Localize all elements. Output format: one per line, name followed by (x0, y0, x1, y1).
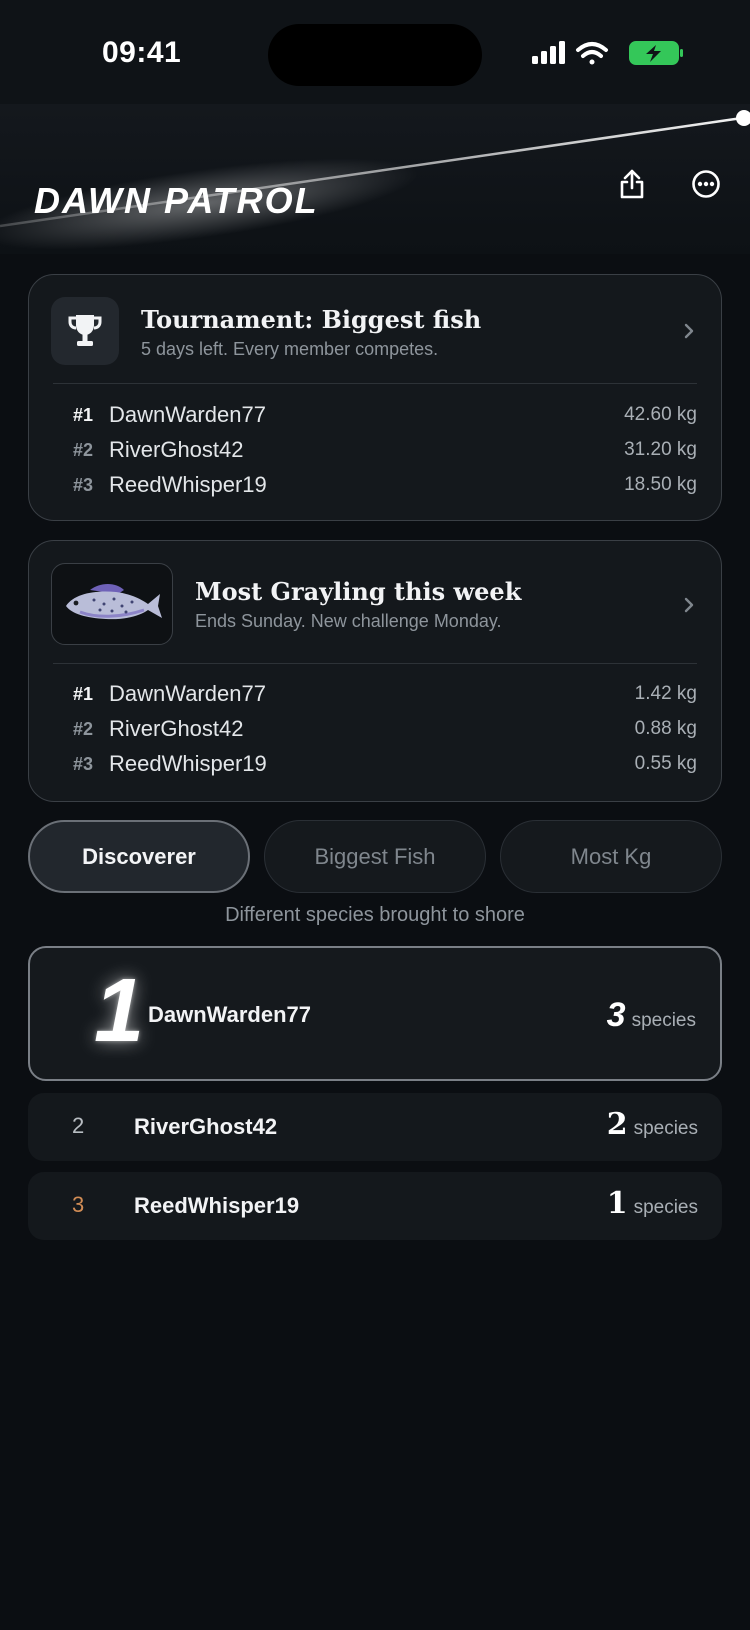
dynamic-island (268, 24, 482, 86)
card-divider (53, 663, 697, 664)
challenge-card[interactable]: Most Grayling this week Ends Sunday. New… (28, 540, 722, 802)
tab-biggest-fish[interactable]: Biggest Fish (264, 820, 486, 893)
row-name: DawnWarden77 (109, 681, 266, 706)
group-title: DAWN PATROL (34, 180, 319, 221)
tournament-title: Tournament: Biggest fish (141, 305, 482, 334)
tournament-row: #3 ReedWhisper19 18.50 kg (73, 470, 697, 500)
status-icons (532, 41, 683, 65)
leaderboard-count: 2 species (607, 1107, 698, 1142)
row-rank: #3 (73, 474, 94, 495)
card-divider (53, 383, 697, 384)
leaderboard-rank: 1 (94, 961, 145, 1061)
tournament-row: #1 DawnWarden77 42.60 kg (73, 400, 697, 430)
tab-most-kg[interactable]: Most Kg (500, 820, 722, 893)
tournament-subtitle: 5 days left. Every member competes. (141, 339, 439, 359)
grayling-fish-icon (66, 584, 162, 620)
species-count: 1 (606, 1186, 628, 1221)
row-name: ReedWhisper19 (109, 751, 267, 776)
row-rank: #2 (73, 439, 94, 460)
wifi-icon (576, 42, 608, 65)
tab-discoverer[interactable]: Discoverer (28, 820, 250, 893)
species-count: 3 (606, 996, 626, 1034)
row-value: 31.20 kg (624, 439, 697, 460)
signal-icon (532, 41, 565, 64)
leaderboard-count: 3 species (607, 996, 696, 1035)
species-unit: species (633, 1118, 698, 1139)
leaderboard-row[interactable]: 2 RiverGhost42 2 species (28, 1093, 722, 1161)
row-value: 0.55 kg (634, 753, 697, 774)
row-value: 1.42 kg (634, 683, 697, 704)
row-rank: #2 (73, 718, 94, 739)
share-button[interactable] (612, 164, 652, 204)
challenge-subtitle: Ends Sunday. New challenge Monday. (195, 611, 502, 631)
tournament-row: #2 RiverGhost42 31.20 kg (73, 435, 697, 465)
chevron-right-icon (684, 323, 694, 339)
status-bar: 09:41 (0, 0, 750, 104)
row-value: 0.88 kg (634, 718, 697, 739)
leaderboard-name: RiverGhost42 (134, 1114, 278, 1139)
species-unit: species (631, 1010, 696, 1031)
trophy-thumb (51, 297, 119, 365)
row-name: RiverGhost42 (109, 716, 244, 741)
more-options-button[interactable] (686, 164, 726, 204)
segment-caption: Different species brought to shore (225, 904, 525, 926)
leaderboard-name: ReedWhisper19 (134, 1193, 300, 1218)
fish-thumb (51, 563, 173, 645)
row-value: 42.60 kg (624, 404, 697, 425)
row-name: RiverGhost42 (109, 437, 244, 462)
challenge-row: #2 RiverGhost42 0.88 kg (73, 714, 697, 744)
row-rank: #1 (73, 404, 94, 425)
battery-charging-icon (629, 41, 683, 65)
leaderboard-name: DawnWarden77 (148, 1002, 312, 1027)
row-name: DawnWarden77 (109, 402, 266, 427)
trophy-icon (68, 315, 102, 346)
share-icon (620, 169, 644, 199)
chevron-right-icon (684, 597, 694, 613)
group-header: DAWN PATROL (0, 104, 750, 254)
species-unit: species (633, 1197, 698, 1218)
more-icon (692, 170, 720, 198)
status-time: 09:41 (102, 36, 182, 69)
row-name: ReedWhisper19 (109, 472, 267, 497)
row-value: 18.50 kg (624, 474, 697, 495)
leaderboard-row-first[interactable]: 1 DawnWarden77 3 species (28, 946, 722, 1081)
leaderboard-row[interactable]: 3 ReedWhisper19 1 species (28, 1172, 722, 1240)
row-rank: #3 (73, 753, 94, 774)
row-rank: #1 (73, 683, 94, 704)
challenge-row: #3 ReedWhisper19 0.55 kg (73, 749, 697, 779)
species-count: 2 (606, 1107, 628, 1142)
tournament-card[interactable]: Tournament: Biggest fish 5 days left. Ev… (28, 274, 722, 521)
leaderboard-rank: 2 (72, 1113, 85, 1138)
challenge-title: Most Grayling this week (195, 577, 522, 606)
leaderboard-rank: 3 (72, 1192, 85, 1217)
leaderboard-count: 1 species (607, 1186, 698, 1221)
challenge-row: #1 DawnWarden77 1.42 kg (73, 679, 697, 709)
